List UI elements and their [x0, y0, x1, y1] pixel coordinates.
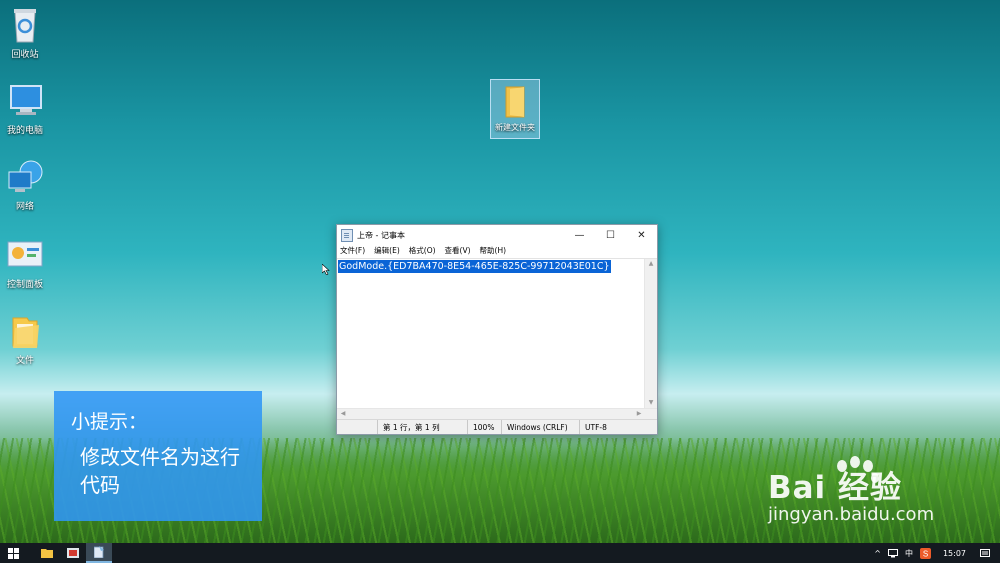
desktop-icon-label: 文件 — [15, 356, 34, 366]
input-method-indicator[interactable]: 中 — [905, 548, 913, 559]
desktop-icon-my-computer[interactable]: 我的电脑 — [0, 82, 55, 136]
notepad-icon — [94, 546, 104, 558]
desktop-icon-label: 控制面板 — [6, 280, 43, 290]
status-zoom: 100% — [467, 420, 501, 434]
watermark-url: jingyan.baidu.com — [768, 504, 935, 525]
notepad-window[interactable]: 上帝 - 记事本 — ☐ ✕ 文件(F) 编辑(E) 格式(O) 查看(V) 帮… — [336, 224, 658, 435]
svg-text:S: S — [923, 549, 928, 558]
minimize-button[interactable]: — — [564, 225, 595, 245]
menu-file[interactable]: 文件(F) — [340, 245, 365, 257]
scroll-down-icon[interactable]: ▼ — [645, 398, 657, 408]
tip-panel: 小提示： 修改文件名为这行代码 — [54, 391, 262, 521]
tip-heading: 小提示： — [71, 411, 148, 433]
scroll-left-icon[interactable]: ◀ — [337, 409, 349, 419]
menu-view[interactable]: 查看(V) — [445, 245, 471, 257]
recycle-bin-icon — [5, 6, 45, 44]
taskbar-notepad[interactable] — [86, 543, 112, 563]
horizontal-scrollbar[interactable]: ◀ ▶ — [337, 408, 657, 419]
menu-format[interactable]: 格式(O) — [409, 245, 436, 257]
desktop-icon-new-folder[interactable]: 新建文件夹 — [490, 79, 540, 139]
menu-bar: 文件(F) 编辑(E) 格式(O) 查看(V) 帮助(H) — [337, 245, 657, 257]
text-editor-area[interactable]: GodMode.{ED7BA470-8E54-465E-825C-9971204… — [337, 258, 657, 419]
taskbar: ^ 中 S 15:07 — [0, 543, 1000, 563]
status-cursor-position: 第 1 行，第 1 列 — [377, 420, 467, 434]
folder-icon — [5, 312, 45, 350]
notification-center-icon[interactable] — [980, 548, 990, 558]
desktop-icon-label: 网络 — [15, 202, 34, 212]
selected-text[interactable]: GodMode.{ED7BA470-8E54-465E-825C-9971204… — [338, 260, 611, 273]
desktop-icon-label: 回收站 — [11, 50, 39, 60]
close-button[interactable]: ✕ — [626, 225, 657, 245]
menu-help[interactable]: 帮助(H) — [480, 245, 507, 257]
control-panel-icon — [5, 236, 45, 274]
media-app-icon — [67, 548, 79, 558]
desktop-icon-label: 我的电脑 — [6, 126, 43, 136]
network-icon — [5, 158, 45, 196]
watermark-logo: Bai 经验 — [768, 470, 902, 506]
desktop-icon-recycle-bin[interactable]: 回收站 — [0, 6, 55, 60]
notepad-title-bar[interactable]: 上帝 - 记事本 — ☐ ✕ — [337, 225, 657, 245]
scroll-up-icon[interactable]: ▲ — [645, 259, 657, 269]
window-title: 上帝 - 记事本 — [357, 230, 405, 240]
clock[interactable]: 15:07 — [943, 549, 966, 558]
desktop-icon-control-panel[interactable]: 控制面板 — [0, 236, 55, 290]
status-line-ending: Windows (CRLF) — [501, 420, 579, 434]
file-explorer-icon — [41, 549, 53, 558]
status-encoding: UTF-8 — [579, 420, 635, 434]
maximize-button[interactable]: ☐ — [595, 225, 626, 245]
system-tray: ^ 中 S 15:07 — [867, 543, 1000, 563]
start-button[interactable] — [0, 543, 26, 563]
computer-icon — [5, 82, 45, 120]
tip-body: 修改文件名为这行代码 — [80, 445, 240, 497]
desktop-icon-file-folder[interactable]: 文件 — [0, 312, 55, 366]
vertical-scrollbar[interactable]: ▲ ▼ — [644, 259, 657, 408]
baidu-watermark: Bai 经验 jingyan.baidu.com — [768, 462, 934, 525]
notepad-icon — [341, 228, 353, 242]
windows-logo-icon — [7, 547, 19, 559]
show-hidden-icons-icon[interactable]: ^ — [874, 549, 881, 558]
status-bar: 第 1 行，第 1 列 100% Windows (CRLF) UTF-8 — [337, 419, 657, 434]
menu-edit[interactable]: 编辑(E) — [374, 245, 400, 257]
desktop-icon-network[interactable]: 网络 — [0, 158, 55, 212]
sogou-ime-icon[interactable]: S — [919, 547, 931, 559]
folder-icon — [498, 83, 532, 119]
scroll-right-icon[interactable]: ▶ — [633, 409, 645, 419]
desktop-icon-label: 新建文件夹 — [495, 123, 535, 132]
taskbar-file-explorer[interactable] — [34, 543, 60, 563]
network-status-icon[interactable] — [887, 548, 898, 558]
taskbar-media-app[interactable] — [60, 543, 86, 563]
